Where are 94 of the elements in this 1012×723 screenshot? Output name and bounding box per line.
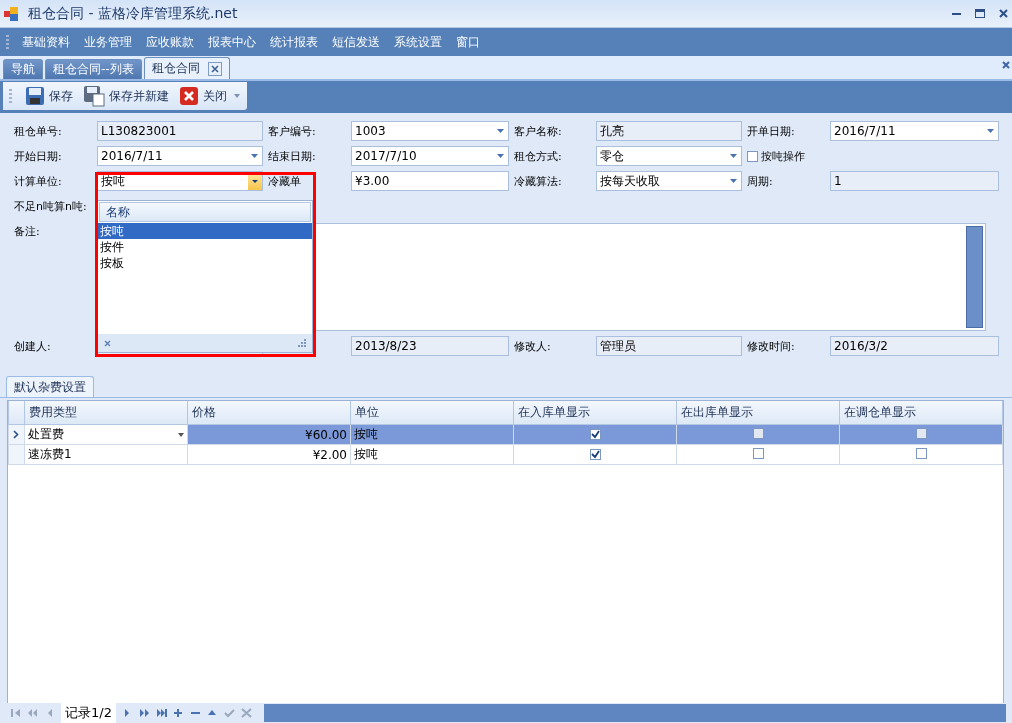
list-item[interactable]: 按件 bbox=[98, 239, 312, 255]
dropdown-arrow-icon[interactable] bbox=[178, 432, 184, 437]
column-header[interactable]: 在出库单显示 bbox=[676, 401, 840, 425]
checkbox[interactable] bbox=[589, 448, 601, 460]
up-icon[interactable] bbox=[206, 708, 218, 718]
document-tab[interactable]: 租仓合同 bbox=[143, 57, 230, 79]
app-icon bbox=[4, 6, 18, 21]
field-label: 备注: bbox=[14, 223, 41, 240]
last-record-icon[interactable] bbox=[155, 708, 167, 718]
table-cell[interactable]: 速冻费1 bbox=[24, 444, 188, 465]
field-label: 租仓单号: bbox=[14, 123, 63, 140]
dropdown-arrow-icon[interactable] bbox=[497, 154, 504, 158]
readonly-field[interactable]: L130823001 bbox=[97, 121, 263, 141]
maximize-icon[interactable] bbox=[975, 9, 985, 18]
readonly-field[interactable]: 2013/8/23 bbox=[351, 336, 509, 356]
field-label: 客户编号: bbox=[267, 123, 317, 140]
dropdown-arrow-icon[interactable] bbox=[730, 154, 737, 158]
combo-field[interactable]: 2017/7/10 bbox=[351, 146, 509, 166]
current-row-icon bbox=[13, 429, 19, 439]
resize-grip-icon[interactable] bbox=[298, 339, 306, 347]
document-tab[interactable]: 导航 bbox=[3, 59, 43, 79]
next-page-icon[interactable] bbox=[138, 708, 150, 718]
table-cell: ¥2.00 bbox=[187, 444, 351, 465]
close-icon[interactable] bbox=[207, 61, 222, 76]
menu-item[interactable]: 窗口 bbox=[449, 33, 487, 51]
minimize-icon[interactable] bbox=[952, 12, 961, 15]
document-tab[interactable]: 租仓合同--列表 bbox=[45, 59, 142, 79]
checkbox[interactable] bbox=[589, 428, 601, 440]
field-label: 冷藏单 bbox=[267, 173, 302, 190]
menu-item[interactable]: 业务管理 bbox=[77, 33, 139, 51]
list-item[interactable]: 按吨 bbox=[98, 223, 312, 239]
add-icon[interactable] bbox=[172, 708, 184, 718]
checkbox[interactable] bbox=[752, 447, 764, 459]
column-header[interactable]: 价格 bbox=[187, 401, 351, 425]
dropdown-arrow-icon[interactable] bbox=[730, 179, 737, 183]
column-header: 名称 bbox=[99, 202, 311, 222]
menu-item[interactable]: 报表中心 bbox=[201, 33, 263, 51]
field-label: 开始日期: bbox=[14, 148, 63, 165]
toolbar-button[interactable]: 保存 bbox=[22, 84, 76, 108]
column-header[interactable]: 单位 bbox=[350, 401, 514, 425]
menu-item[interactable]: 统计报表 bbox=[263, 33, 325, 51]
field-label: 冷藏算法: bbox=[513, 173, 563, 190]
toolbar-button[interactable]: 关闭 bbox=[176, 84, 230, 108]
column-header[interactable]: 在入库单显示 bbox=[513, 401, 677, 425]
column-header[interactable]: 费用类型 bbox=[24, 401, 188, 425]
combo-field[interactable]: 1003 bbox=[351, 121, 509, 141]
dropdown-arrow-icon[interactable] bbox=[251, 154, 258, 158]
readonly-field[interactable]: 管理员 bbox=[596, 336, 742, 356]
checkbox-label: 按吨操作 bbox=[761, 148, 805, 165]
menu-item[interactable]: 短信发送 bbox=[325, 33, 387, 51]
checkbox[interactable] bbox=[752, 427, 764, 439]
caret-icon[interactable] bbox=[234, 94, 240, 98]
record-counter: 记录1/2 bbox=[61, 703, 116, 723]
floppy-disk-icon bbox=[83, 85, 105, 107]
close-icon[interactable] bbox=[999, 9, 1008, 18]
checkbox[interactable] bbox=[915, 447, 927, 459]
checkbox[interactable] bbox=[915, 427, 927, 439]
field-label: 周期: bbox=[746, 173, 774, 190]
combo-field[interactable]: 2016/7/11 bbox=[97, 146, 263, 166]
close-icon[interactable] bbox=[104, 339, 111, 347]
dropdown-arrow-icon[interactable] bbox=[497, 129, 504, 133]
field-label: 租仓方式: bbox=[513, 148, 563, 165]
field-label: 修改人: bbox=[513, 338, 552, 355]
combo-field[interactable]: 零仓 bbox=[596, 146, 742, 166]
readonly-field[interactable]: 2016/3/2 bbox=[830, 336, 999, 356]
field-label: 创建人: bbox=[14, 338, 52, 355]
scrollbar[interactable] bbox=[966, 226, 983, 328]
menu-item[interactable]: 系统设置 bbox=[387, 33, 449, 51]
field-label: 客户名称: bbox=[513, 123, 563, 140]
readonly-field[interactable]: 1 bbox=[830, 171, 999, 191]
field-label: 计算单位: bbox=[14, 173, 63, 190]
combo-field[interactable]: 按每天收取 bbox=[596, 171, 742, 191]
field-label: 结束日期: bbox=[267, 148, 317, 165]
window-title: 租仓合同 - 蓝格冷库管理系统.net bbox=[28, 4, 239, 23]
field-label: 不足n吨算n吨: bbox=[14, 198, 88, 215]
menu-item[interactable]: 应收账款 bbox=[139, 33, 201, 51]
table-cell: 按吨 bbox=[350, 444, 514, 465]
field-label: 修改时间: bbox=[746, 338, 796, 355]
table-cell[interactable]: 处置费 bbox=[24, 424, 188, 445]
menu-item[interactable]: 基础资料 bbox=[15, 33, 77, 51]
input-field[interactable]: ¥3.00 bbox=[351, 171, 509, 191]
list-item[interactable]: 按板 bbox=[98, 255, 312, 271]
field-label: 开单日期: bbox=[746, 123, 796, 140]
scrollbar[interactable] bbox=[263, 704, 1006, 722]
dropdown-arrow-icon[interactable] bbox=[987, 129, 994, 133]
column-header[interactable]: 在调仓单显示 bbox=[839, 401, 1003, 425]
toolbar-button[interactable]: 保存并新建 bbox=[80, 83, 172, 109]
close-icon bbox=[179, 86, 199, 106]
section-tab[interactable]: 默认杂费设置 bbox=[6, 376, 94, 397]
combo-field[interactable]: 2016/7/11 bbox=[830, 121, 999, 141]
checkbox[interactable] bbox=[747, 150, 758, 162]
checkmark-icon[interactable] bbox=[223, 708, 235, 718]
close-icon[interactable] bbox=[1002, 61, 1010, 69]
readonly-field[interactable]: 孔亮 bbox=[596, 121, 742, 141]
